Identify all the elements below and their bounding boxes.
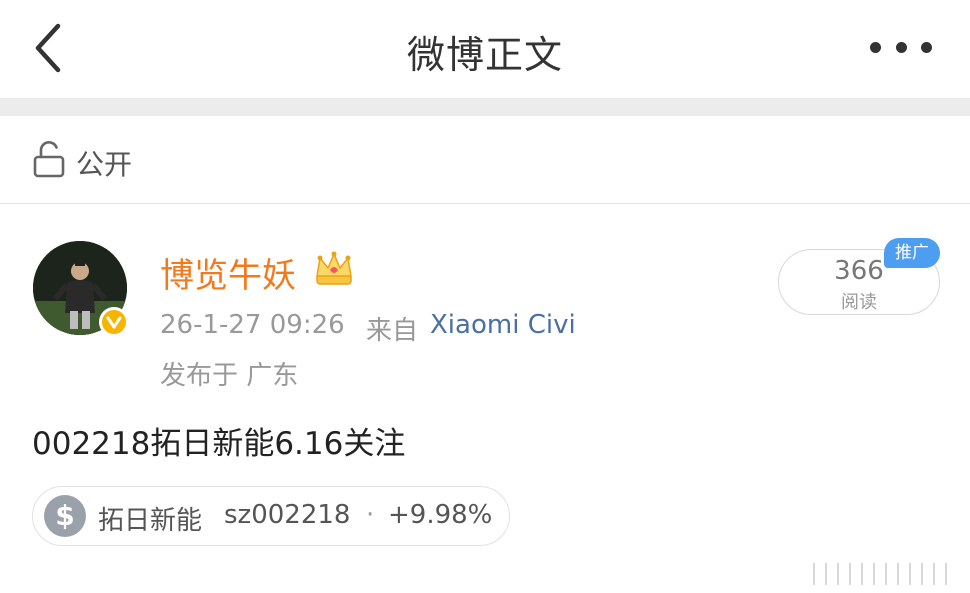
more-dots-icon xyxy=(870,41,881,53)
section-divider xyxy=(0,98,970,116)
views-label: 阅读 xyxy=(841,292,877,313)
source-prefix: 来自 xyxy=(366,316,419,346)
author-name[interactable]: 博览牛妖 xyxy=(160,248,296,297)
stock-change: +9.98% xyxy=(388,500,493,530)
visibility-row[interactable] xyxy=(0,116,970,204)
crown-icon xyxy=(316,251,352,285)
source-device-link[interactable]: Xiaomi Civi xyxy=(430,310,576,340)
stock-code: sz002218 xyxy=(224,500,351,530)
weibo-post-page: 微博正文 公开 博览牛妖 26-1-27 09:26 来自 Xiaomi Civ… xyxy=(0,0,970,593)
post-location: 发布于 广东 xyxy=(160,361,299,391)
stock-name: 拓日新能 xyxy=(98,506,203,536)
verified-badge-icon xyxy=(99,307,129,337)
promote-badge[interactable]: 推广 xyxy=(884,238,940,268)
watermark-graphic xyxy=(813,563,947,585)
visibility-label: 公开 xyxy=(76,148,133,181)
page-title: 微博正文 xyxy=(406,33,563,77)
stock-separator: · xyxy=(366,500,375,530)
unlock-icon xyxy=(33,141,65,178)
top-navbar: 微博正文 xyxy=(0,0,970,98)
post-timestamp: 26-1-27 09:26 xyxy=(160,310,345,340)
more-button[interactable] xyxy=(870,40,932,54)
post-content: 002218拓日新能6.16关注 xyxy=(32,426,406,462)
dollar-icon: $ xyxy=(44,495,86,537)
